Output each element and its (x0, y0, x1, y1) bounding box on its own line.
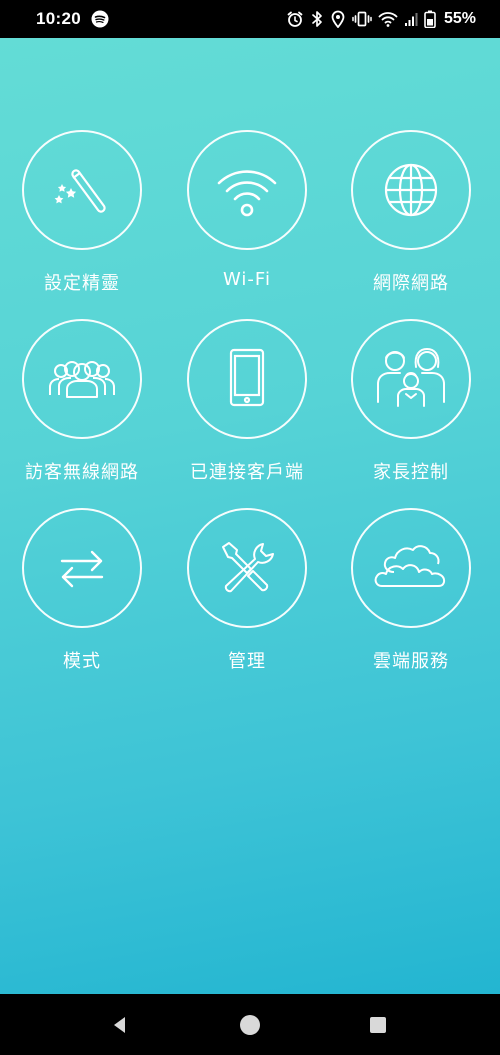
menu-item-label: 雲端服務 (373, 651, 449, 672)
main-menu: 設定精靈 Wi-Fi 網際網路 訪客無線網路 已連接客戶端 家長控制 模式 管理… (0, 38, 500, 994)
cloud-service-circle[interactable] (351, 508, 471, 628)
quick-setup-circle[interactable] (22, 130, 142, 250)
menu-item-parental-controls[interactable]: 家長控制 (330, 319, 492, 484)
recents-icon (370, 1016, 386, 1033)
home-button[interactable] (220, 994, 280, 1055)
alarm-icon (287, 11, 303, 27)
wifi-circle[interactable] (187, 130, 307, 250)
menu-item-wifi[interactable]: Wi-Fi (166, 130, 328, 290)
vibrate-icon (352, 11, 372, 27)
battery-percentage: 55% (443, 10, 476, 27)
status-bar: 10:20 55% (0, 0, 500, 38)
swap-arrows-icon (60, 550, 104, 588)
back-button[interactable] (90, 994, 150, 1055)
menu-item-cloud-service[interactable]: 雲端服務 (330, 508, 492, 673)
wifi-icon (378, 12, 398, 27)
wifi-icon (217, 170, 277, 217)
status-time: 10:20 (36, 9, 81, 28)
tablet-icon (229, 348, 265, 407)
navigation-bar (0, 994, 500, 1055)
guest-network-circle[interactable] (22, 319, 142, 439)
battery-icon (424, 10, 436, 28)
home-icon (240, 1014, 260, 1035)
menu-item-label: 家長控制 (373, 462, 449, 483)
status-right-icons: 55% (286, 10, 476, 28)
menu-item-mode[interactable]: 模式 (1, 508, 163, 673)
signal-icon (404, 13, 418, 26)
menu-item-label: 設定精靈 (44, 273, 120, 294)
location-icon (331, 10, 345, 28)
menu-item-label: 網際網路 (373, 273, 449, 294)
menu-item-guest-network[interactable]: 訪客無線網路 (1, 319, 163, 484)
menu-item-label: 已連接客戶端 (190, 462, 304, 483)
tools-icon (222, 542, 274, 593)
menu-item-management[interactable]: 管理 (166, 508, 328, 673)
guests-icon (49, 361, 115, 398)
connected-clients-circle[interactable] (187, 319, 307, 439)
back-icon (114, 1016, 125, 1033)
management-circle[interactable] (187, 508, 307, 628)
spotify-icon (91, 10, 109, 28)
menu-item-internet[interactable]: 網際網路 (330, 130, 492, 295)
menu-item-quick-setup[interactable]: 設定精靈 (1, 130, 163, 295)
menu-item-label: 模式 (63, 651, 101, 672)
family-icon (377, 348, 445, 407)
menu-item-label: Wi-Fi (223, 269, 271, 290)
magic-wand-icon (54, 169, 106, 213)
mode-circle[interactable] (22, 508, 142, 628)
recents-button[interactable] (348, 994, 408, 1055)
globe-icon (384, 163, 438, 217)
menu-item-label: 訪客無線網路 (25, 462, 139, 483)
status-left-icons (91, 10, 109, 28)
menu-item-connected-clients[interactable]: 已連接客戶端 (166, 319, 328, 484)
bluetooth-icon (312, 11, 322, 27)
parental-controls-circle[interactable] (351, 319, 471, 439)
internet-circle[interactable] (351, 130, 471, 250)
menu-item-label: 管理 (228, 651, 266, 672)
cloud-icon (374, 545, 446, 587)
